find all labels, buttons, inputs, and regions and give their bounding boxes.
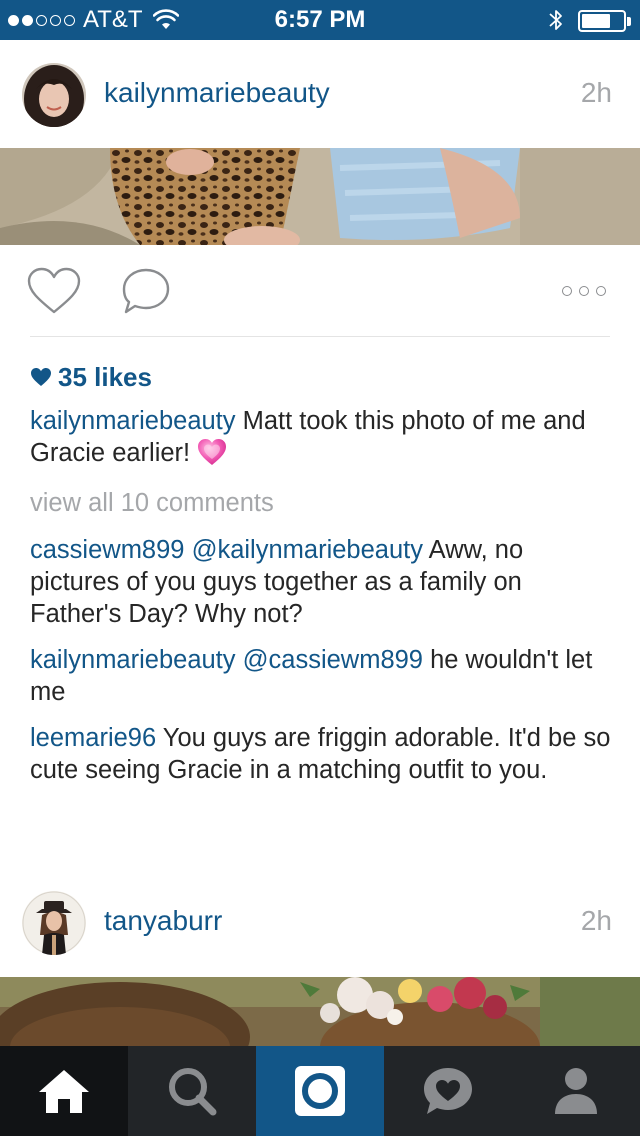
post-header: kailynmariebeauty 2h [0,40,640,148]
likes-count[interactable]: 35 likes [30,360,152,394]
tab-profile[interactable] [512,1046,640,1136]
post-username[interactable]: tanyaburr [104,904,222,938]
post-header: tanyaburr 2h [0,868,640,976]
comment: kailynmariebeauty @cassiewm899 he wouldn… [30,644,614,708]
like-button[interactable] [26,266,82,316]
home-icon [39,1070,89,1113]
activity-heart-icon [424,1068,472,1114]
signal-dot-icon [64,14,75,26]
search-icon [169,1068,217,1116]
camera-icon [295,1066,345,1116]
signal-dot-icon [8,14,19,26]
tab-bar [0,1046,640,1136]
comment-button[interactable] [120,266,172,316]
post-time: 2h [580,77,612,108]
heart-filled-icon [31,368,51,386]
post-username[interactable]: kailynmariebeauty [104,76,330,110]
comment-bubble-icon [122,268,170,314]
tab-activity[interactable] [384,1046,512,1136]
profile-icon [555,1068,597,1114]
caption-username[interactable]: kailynmariebeauty [30,407,236,435]
more-options-icon [596,286,606,296]
comment-mention[interactable]: @kailynmariebeauty [192,536,423,564]
heart-outline-icon [27,267,81,314]
signal-indicator: AT&T [8,6,179,34]
divider [30,336,610,337]
post-photo[interactable] [0,977,640,1047]
comment-username[interactable]: kailynmariebeauty [30,646,236,674]
tab-explore[interactable] [128,1046,256,1136]
comment: leemarie96 You guys are friggin adorable… [30,722,614,786]
post-photo[interactable] [0,148,640,245]
status-bar: AT&T 6:57 PM [0,0,640,40]
post-time: 2h [580,905,612,936]
more-options-icon [562,286,572,296]
signal-dot-icon [36,14,47,26]
bluetooth-icon [549,10,562,30]
comment-mention[interactable]: @cassiewm899 [243,646,423,674]
battery-icon [578,10,631,32]
comment-username[interactable]: leemarie96 [30,724,156,752]
sparkling-heart-emoji [198,439,227,465]
more-options-button[interactable] [556,280,612,302]
avatar[interactable] [22,891,86,955]
tab-home[interactable] [0,1046,128,1136]
signal-dot-icon [22,14,33,26]
more-options-icon [579,286,589,296]
carrier-name: AT&T [83,6,143,33]
view-all-comments-link[interactable]: view all 10 comments [30,487,274,519]
post-caption: kailynmariebeauty Matt took this photo o… [30,405,614,469]
tab-camera[interactable] [256,1046,384,1136]
likes-label: 35 likes [58,361,152,392]
signal-dot-icon [50,14,61,26]
comment: cassiewm899 @kailynmariebeauty Aww, no p… [30,534,614,630]
avatar[interactable] [22,63,86,127]
wifi-icon [152,9,179,29]
comment-username[interactable]: cassiewm899 [30,536,184,564]
